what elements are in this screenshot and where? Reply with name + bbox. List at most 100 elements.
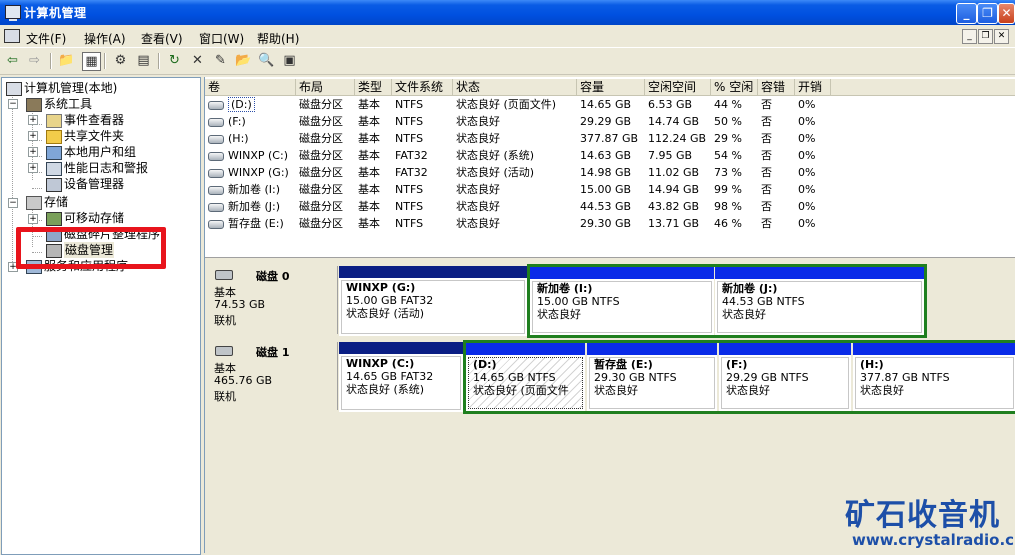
- expand-icon[interactable]: +: [28, 214, 38, 224]
- partition-c[interactable]: WINXP (C:) 14.65 GB FAT32 状态良好 (系统): [339, 342, 463, 412]
- help-icon[interactable]: ▤: [135, 52, 152, 69]
- collapse-icon[interactable]: −: [8, 99, 18, 109]
- partition-bar: [719, 343, 851, 355]
- expand-icon[interactable]: +: [28, 163, 38, 173]
- column-header-filesystem[interactable]: 文件系统: [392, 79, 453, 95]
- column-header-volume[interactable]: 卷: [205, 79, 296, 95]
- open-folder-icon[interactable]: 📂: [235, 52, 252, 69]
- tools-icon: [26, 98, 42, 112]
- mmc-doc-icon[interactable]: [4, 29, 20, 43]
- cell-status: 状态良好 (系统): [456, 149, 535, 162]
- cell-status: 状态良好 (页面文件): [456, 98, 557, 111]
- cell-volume: (D:): [205, 96, 299, 113]
- maximize-button[interactable]: ❐: [977, 3, 998, 24]
- cell-layout: 磁盘分区: [299, 115, 343, 128]
- cell-type: 基本: [358, 98, 380, 111]
- cell-status: 状态良好 (活动): [456, 166, 535, 179]
- column-header-type[interactable]: 类型: [355, 79, 392, 95]
- partition-body: 新加卷 (I:) 15.00 GB NTFS 状态良好: [532, 281, 712, 333]
- properties-icon[interactable]: ⚙: [112, 52, 129, 69]
- cell-volume: 暂存盘 (E:): [205, 215, 299, 232]
- column-header-free-space[interactable]: 空闲空间: [645, 79, 711, 95]
- table-row[interactable]: 新加卷 (I:) 磁盘分区 基本 NTFS 状态良好 15.00 GB 14.94 GB 99…: [205, 181, 1015, 198]
- cell-capacity: 14.63 GB: [580, 149, 632, 162]
- performance-icon: [46, 162, 62, 176]
- partition-bar: [466, 343, 585, 355]
- partition-h[interactable]: (H:) 377.87 GB NTFS 状态良好: [853, 343, 1015, 411]
- cell-status: 状态良好: [456, 183, 500, 196]
- delete-icon[interactable]: ✕: [189, 52, 206, 69]
- partition-bar: [853, 343, 1015, 355]
- table-row[interactable]: 新加卷 (J:) 磁盘分区 基本 NTFS 状态良好 44.53 GB 43.82 GB 98…: [205, 198, 1015, 215]
- column-header-percent-free[interactable]: % 空闲: [711, 79, 758, 95]
- partition-i[interactable]: 新加卷 (I:) 15.00 GB NTFS 状态良好: [530, 267, 714, 335]
- expand-icon[interactable]: +: [28, 131, 38, 141]
- disk-1-label[interactable]: 磁盘 1 基本 465.76 GB 联机: [209, 342, 338, 410]
- export-icon[interactable]: ✎: [212, 52, 229, 69]
- close-button[interactable]: ✕: [998, 3, 1015, 24]
- expand-icon[interactable]: +: [28, 115, 38, 125]
- cell-percent-free: 99 %: [714, 183, 742, 196]
- partition-body: (H:) 377.87 GB NTFS 状态良好: [855, 357, 1014, 409]
- column-header-status[interactable]: 状态: [453, 79, 577, 95]
- cell-volume: WINXP (C:): [205, 147, 299, 164]
- table-row[interactable]: (D:) 磁盘分区 基本 NTFS 状态良好 (页面文件) 14.65 GB 6.53 GB…: [205, 96, 1015, 113]
- table-row[interactable]: WINXP (G:) 磁盘分区 基本 FAT32 状态良好 (活动) 14.98 GB 11…: [205, 164, 1015, 181]
- volume-name: (D:): [228, 97, 255, 112]
- partition-d[interactable]: (D:) 14.65 GB NTFS 状态良好 (页面文件: [466, 343, 585, 411]
- minimize-button[interactable]: _: [956, 3, 977, 24]
- toolbar-separator: [158, 53, 160, 69]
- table-row[interactable]: WINXP (C:) 磁盘分区 基本 FAT32 状态良好 (系统) 14.63 GB 7.…: [205, 147, 1015, 164]
- table-row[interactable]: 暂存盘 (E:) 磁盘分区 基本 NTFS 状态良好 29.30 GB 13.71 GB 46…: [205, 215, 1015, 232]
- mdi-minimize-icon[interactable]: _: [962, 29, 977, 44]
- partition-body: WINXP (C:) 14.65 GB FAT32 状态良好 (系统): [341, 356, 461, 410]
- menu-window[interactable]: 窗口(W): [199, 30, 244, 47]
- up-folder-icon[interactable]: 📁: [58, 52, 75, 69]
- cell-filesystem: NTFS: [395, 217, 424, 230]
- cell-filesystem: NTFS: [395, 132, 424, 145]
- column-header-layout[interactable]: 布局: [296, 79, 355, 95]
- cell-fault-tolerance: 否: [761, 132, 772, 145]
- column-header-capacity[interactable]: 容量: [577, 79, 645, 95]
- table-row[interactable]: (H:) 磁盘分区 基本 NTFS 状态良好 377.87 GB 112.24 GB 29 %…: [205, 130, 1015, 147]
- partition-body: WINXP (G:) 15.00 GB FAT32 状态良好 (活动): [341, 280, 525, 334]
- partition-g[interactable]: WINXP (G:) 15.00 GB FAT32 状态良好 (活动): [339, 266, 527, 336]
- menu-file[interactable]: 文件(F): [26, 30, 66, 47]
- forward-arrow-icon[interactable]: ⇨: [26, 52, 43, 69]
- show-tree-icon[interactable]: ▦: [82, 52, 101, 71]
- table-row[interactable]: (F:) 磁盘分区 基本 NTFS 状态良好 29.29 GB 14.74 GB 50 % 否 0…: [205, 113, 1015, 130]
- cell-status: 状态良好: [456, 115, 500, 128]
- cell-free-space: 7.95 GB: [648, 149, 693, 162]
- cell-layout: 磁盘分区: [299, 166, 343, 179]
- drive-icon: [208, 117, 224, 127]
- column-header-fault-tolerance[interactable]: 容错: [758, 79, 795, 95]
- cell-percent-free: 73 %: [714, 166, 742, 179]
- drive-icon: [208, 202, 224, 212]
- menu-help[interactable]: 帮助(H): [257, 30, 299, 47]
- refresh-icon[interactable]: ↻: [166, 52, 183, 69]
- search-icon[interactable]: 🔍: [258, 52, 275, 69]
- drive-icon: [208, 151, 224, 161]
- mdi-restore-icon[interactable]: ❐: [978, 29, 993, 44]
- menu-view[interactable]: 查看(V): [141, 30, 183, 47]
- cell-layout: 磁盘分区: [299, 217, 343, 230]
- cell-fault-tolerance: 否: [761, 200, 772, 213]
- event-viewer-icon: [46, 114, 62, 128]
- properties-page-icon[interactable]: ▣: [281, 52, 298, 69]
- partition-e[interactable]: 暂存盘 (E:) 29.30 GB NTFS 状态良好: [587, 343, 717, 411]
- partition-bar: [587, 343, 717, 355]
- collapse-icon[interactable]: −: [8, 198, 18, 208]
- cell-capacity: 44.53 GB: [580, 200, 632, 213]
- partition-j[interactable]: 新加卷 (J:) 44.53 GB NTFS 状态良好: [715, 267, 924, 335]
- column-header-overhead[interactable]: 开销: [795, 79, 831, 95]
- back-arrow-icon[interactable]: ⇦: [4, 52, 21, 69]
- disk-0-label[interactable]: 磁盘 0 基本 74.53 GB 联机: [209, 266, 338, 334]
- cell-type: 基本: [358, 183, 380, 196]
- menu-action[interactable]: 操作(A): [84, 30, 126, 47]
- cell-capacity: 14.98 GB: [580, 166, 632, 179]
- mdi-close-icon[interactable]: ✕: [994, 29, 1009, 44]
- console-tree: 计算机管理(本地) − 系统工具 + 事件查看器 + 共享文件夹 + 本地用户和…: [1, 77, 201, 555]
- expand-icon[interactable]: +: [28, 147, 38, 157]
- cell-layout: 磁盘分区: [299, 183, 343, 196]
- partition-f[interactable]: (F:) 29.29 GB NTFS 状态良好: [719, 343, 851, 411]
